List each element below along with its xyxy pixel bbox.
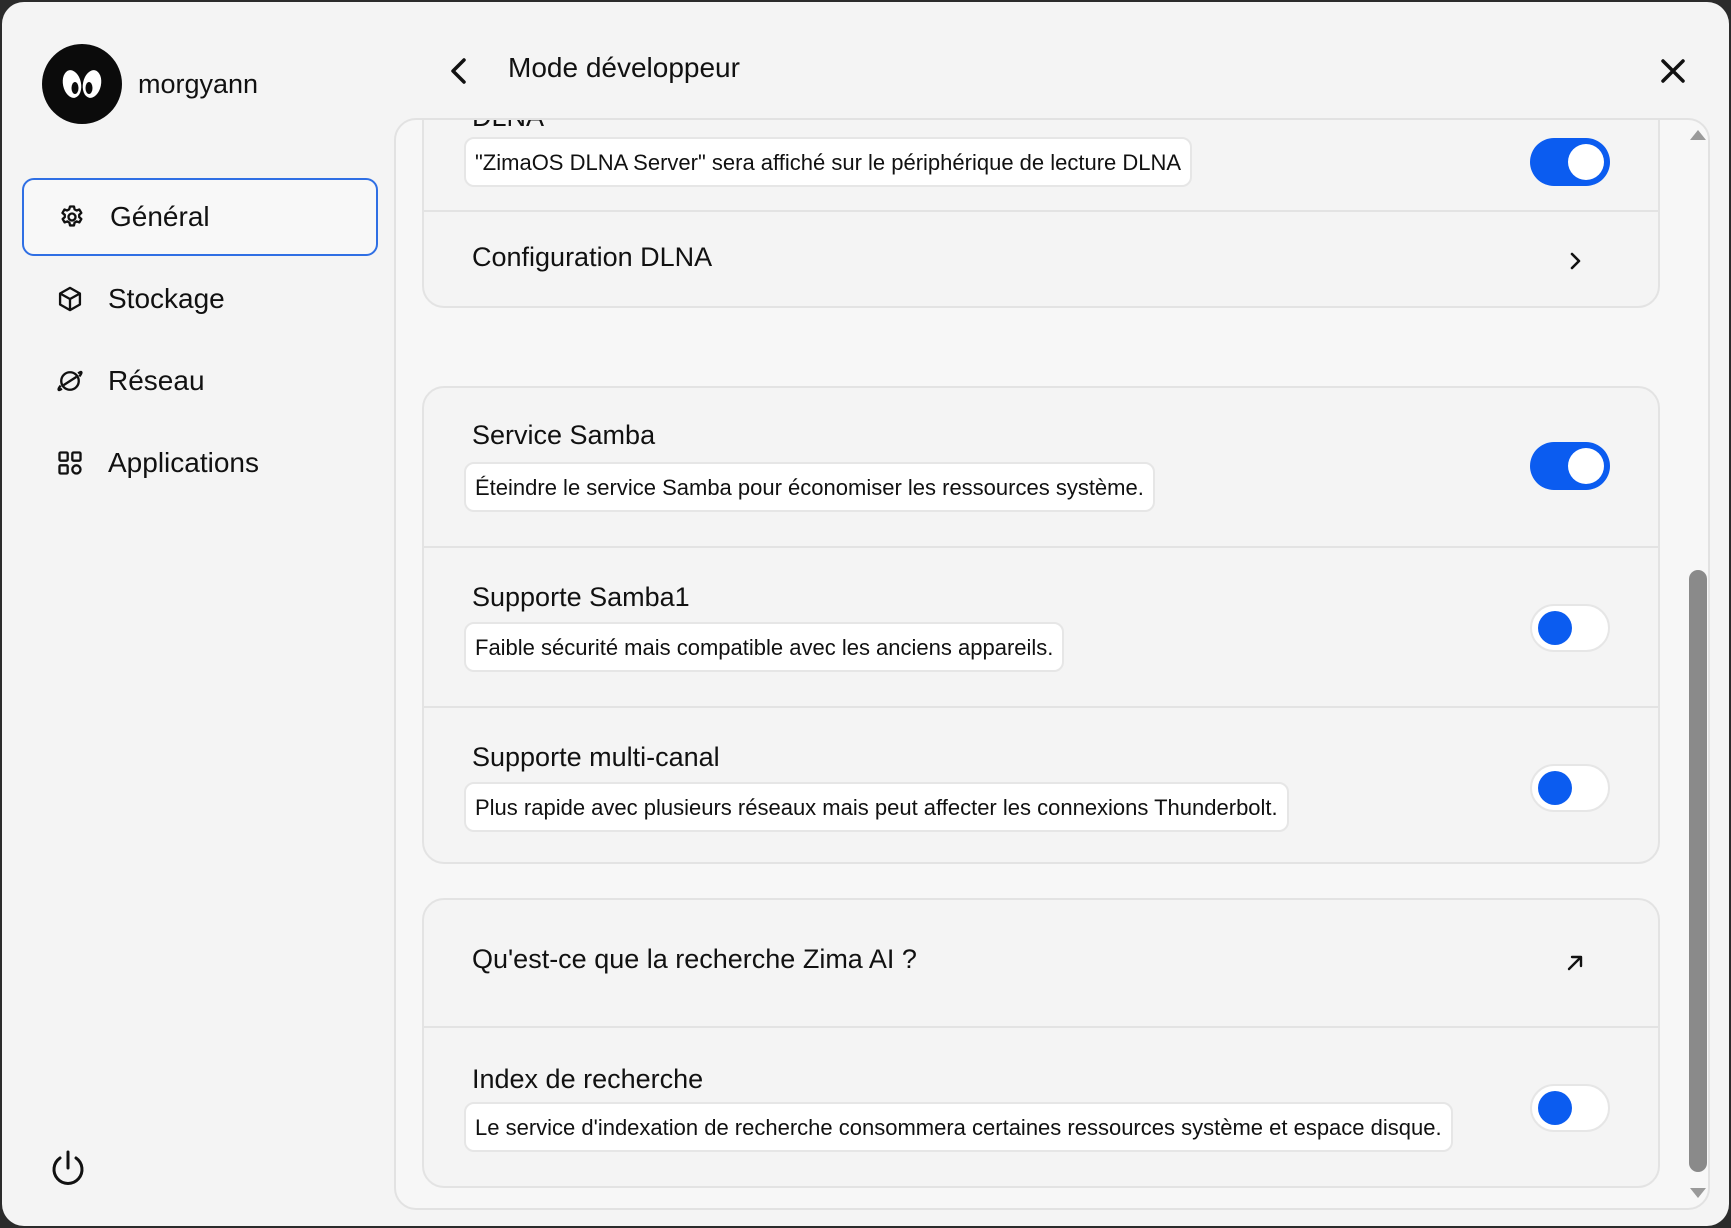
sidebar-item-label: Stockage xyxy=(108,283,225,314)
chevron-right-icon xyxy=(1570,252,1581,270)
sidebar-item-storage[interactable]: Stockage xyxy=(22,260,378,338)
sidebar-nav: Général Stockage Réseau Applications xyxy=(22,178,378,506)
search-index-toggle[interactable] xyxy=(1530,1084,1610,1132)
settings-content[interactable]: DLNA "ZimaOS DLNA Server" sera affiché s… xyxy=(394,118,1710,1210)
scroll-up-arrow-icon[interactable] xyxy=(1690,130,1706,140)
multichannel-row: Supporte multi-canal Plus rapide avec pl… xyxy=(424,708,1658,862)
user-profile: morgyann xyxy=(42,44,258,124)
sidebar: morgyann Général Stockage Réseau Applica… xyxy=(2,2,394,1226)
cube-icon xyxy=(54,283,86,315)
samba-service-row: Service Samba Éteindre le service Samba … xyxy=(424,388,1658,548)
dlna-card: DLNA "ZimaOS DLNA Server" sera affiché s… xyxy=(422,120,1660,308)
zima-ai-info-label: Qu'est-ce que la recherche Zima AI ? xyxy=(472,944,917,974)
search-index-row: Index de recherche Le service d'indexati… xyxy=(424,1028,1658,1186)
back-chevron-icon[interactable] xyxy=(444,54,474,88)
eyes-logo-icon xyxy=(62,70,102,98)
planet-icon xyxy=(54,365,86,397)
avatar[interactable] xyxy=(42,44,122,124)
dlna-description: "ZimaOS DLNA Server" sera affiché sur le… xyxy=(464,137,1193,187)
sidebar-item-network[interactable]: Réseau xyxy=(22,342,378,420)
sidebar-item-label: Applications xyxy=(108,447,259,478)
grid-icon xyxy=(54,447,86,479)
multichannel-toggle[interactable] xyxy=(1530,764,1610,812)
sidebar-item-label: Réseau xyxy=(108,365,205,396)
samba-card: Service Samba Éteindre le service Samba … xyxy=(422,386,1660,864)
dlna-config-label: Configuration DLNA xyxy=(472,242,713,272)
samba-service-toggle[interactable] xyxy=(1530,442,1610,490)
search-index-description: Le service d'indexation de recherche con… xyxy=(464,1102,1453,1152)
zima-ai-info-row[interactable]: Qu'est-ce que la recherche Zima AI ? xyxy=(424,900,1658,1028)
dlna-toggle[interactable] xyxy=(1530,138,1610,186)
dlna-config-row[interactable]: Configuration DLNA xyxy=(424,212,1658,306)
samba1-description: Faible sécurité mais compatible avec les… xyxy=(464,622,1065,672)
samba-service-description: Éteindre le service Samba pour économise… xyxy=(464,462,1155,512)
external-link-arrow-icon xyxy=(1567,955,1583,971)
sidebar-item-general[interactable]: Général xyxy=(22,178,378,256)
samba1-title: Supporte Samba1 xyxy=(472,582,690,612)
samba1-toggle[interactable] xyxy=(1530,604,1610,652)
dlna-title: DLNA xyxy=(472,120,544,133)
close-icon[interactable] xyxy=(1658,56,1688,86)
gear-icon xyxy=(56,201,88,233)
search-index-title: Index de recherche xyxy=(472,1064,704,1094)
multichannel-title: Supporte multi-canal xyxy=(472,742,720,772)
power-icon[interactable] xyxy=(48,1148,88,1188)
search-card: Qu'est-ce que la recherche Zima AI ? Ind… xyxy=(422,898,1660,1188)
multichannel-description: Plus rapide avec plusieurs réseaux mais … xyxy=(464,782,1289,832)
settings-window: morgyann Général Stockage Réseau Applica… xyxy=(2,2,1729,1226)
dlna-row: DLNA "ZimaOS DLNA Server" sera affiché s… xyxy=(424,120,1658,212)
sidebar-item-label: Général xyxy=(110,201,210,232)
samba-service-title: Service Samba xyxy=(472,420,656,450)
sidebar-item-applications[interactable]: Applications xyxy=(22,424,378,502)
samba1-row: Supporte Samba1 Faible sécurité mais com… xyxy=(424,548,1658,708)
page-title: Mode développeur xyxy=(508,52,740,83)
username: morgyann xyxy=(138,68,259,99)
scroll-down-arrow-icon[interactable] xyxy=(1690,1188,1706,1198)
scrollbar-thumb[interactable] xyxy=(1689,570,1707,1172)
